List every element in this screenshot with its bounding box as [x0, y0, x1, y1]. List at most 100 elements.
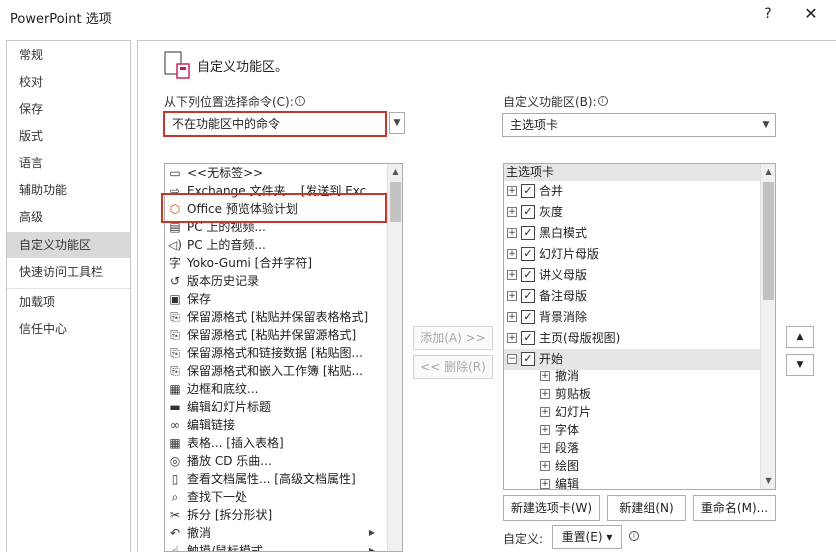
- tree-item-group[interactable]: + 幻灯片: [504, 403, 760, 421]
- sidebar-item-save[interactable]: 保存: [7, 96, 130, 122]
- sidebar-item-addins[interactable]: 加载项: [7, 289, 130, 315]
- new-tab-button[interactable]: 新建选项卡(W): [503, 495, 600, 521]
- expand-icon[interactable]: +: [540, 443, 550, 453]
- command-label: Office 预览体验计划: [187, 202, 298, 216]
- expand-icon[interactable]: +: [540, 461, 550, 471]
- tree-item-tab[interactable]: + ✓ 背景消除: [504, 307, 760, 328]
- commands-scrollbar[interactable]: ▲: [387, 164, 402, 551]
- ribbon-tabs-tree[interactable]: 主选项卡 + ✓ 合并 + ✓ 灰度 + ✓ 黑白模式 + ✓ 幻灯片母版 + ✓ 讲义母版 + ✓ 备注母版 + ✓…: [503, 163, 776, 490]
- scroll-thumb[interactable]: [763, 182, 774, 300]
- sidebar-item-advanced[interactable]: 高级: [7, 204, 130, 230]
- command-list-item[interactable]: ⬡ Office 预览体验计划: [165, 200, 385, 218]
- tree-item-tab[interactable]: + ✓ 主页(母版视图): [504, 328, 760, 349]
- tab-checkbox[interactable]: ✓: [521, 268, 535, 282]
- sidebar-item-accessibility[interactable]: 辅助功能: [7, 177, 130, 203]
- sidebar-item-language[interactable]: 语言: [7, 150, 130, 176]
- expand-icon[interactable]: +: [540, 479, 550, 489]
- command-list-item[interactable]: ▬ 编辑幻灯片标题: [165, 398, 385, 416]
- command-list-item[interactable]: ▦ 边框和底纹...: [165, 380, 385, 398]
- add-button[interactable]: 添加(A) >>: [413, 326, 493, 350]
- command-list-item[interactable]: ◁) PC 上的音频...: [165, 236, 385, 254]
- tab-checkbox[interactable]: ✓: [521, 331, 535, 345]
- sidebar-item-layout[interactable]: 版式: [7, 123, 130, 149]
- expand-icon[interactable]: +: [507, 333, 517, 343]
- command-list-item[interactable]: ⌕ 查找下一处: [165, 488, 385, 506]
- command-list-item[interactable]: ⎘ 保留源格式 [粘贴并保留表格格式]: [165, 308, 385, 326]
- tree-item-tab[interactable]: + ✓ 备注母版: [504, 286, 760, 307]
- command-list-item[interactable]: ⎘ 保留源格式和嵌入工作簿 [粘贴...: [165, 362, 385, 380]
- command-list-item[interactable]: ◎ 播放 CD 乐曲...: [165, 452, 385, 470]
- tree-item-group[interactable]: + 编辑: [504, 475, 760, 490]
- scroll-up-icon[interactable]: ▲: [388, 164, 402, 180]
- tab-checkbox[interactable]: ✓: [521, 226, 535, 240]
- expand-icon[interactable]: +: [540, 407, 550, 417]
- tree-item-tab[interactable]: + ✓ 幻灯片母版: [504, 244, 760, 265]
- command-list-item[interactable]: ✂ 拆分 [拆分形状]: [165, 506, 385, 524]
- sidebar-item-customize-ribbon[interactable]: 自定义功能区: [7, 232, 130, 258]
- command-list-item[interactable]: ▤ PC 上的视频...: [165, 218, 385, 236]
- tab-checkbox[interactable]: ✓: [521, 184, 535, 198]
- tree-item-tab[interactable]: + ✓ 讲义母版: [504, 265, 760, 286]
- commands-listbox[interactable]: ▭ <<无标签>> ⇨ Exchange 文件夹... [发送到 Exc ⬡ Office…: [164, 163, 403, 552]
- expand-icon[interactable]: +: [540, 425, 550, 435]
- command-list-item[interactable]: 字 Yoko-Gumi [合并字符]: [165, 254, 385, 272]
- sidebar-item-proofing[interactable]: 校对: [7, 69, 130, 95]
- command-list-item[interactable]: ▦ 表格... [插入表格]: [165, 434, 385, 452]
- reset-button[interactable]: 重置(E) ▾: [552, 525, 622, 549]
- tree-item-label: 编辑: [555, 477, 580, 490]
- tree-item-group[interactable]: + 字体: [504, 421, 760, 439]
- sidebar-item-trust-center[interactable]: 信任中心: [7, 316, 130, 342]
- customize-ribbon-label: 自定义功能区(B): i: [503, 93, 608, 110]
- tab-checkbox[interactable]: ✓: [521, 310, 535, 324]
- choose-commands-dropdown[interactable]: 不在功能区中的命令: [163, 111, 387, 137]
- command-list-item[interactable]: ☝ 触摸/鼠标模式 ▶: [165, 542, 385, 551]
- tree-item-tab[interactable]: + ✓ 合并: [504, 181, 760, 202]
- new-group-button[interactable]: 新建组(N): [607, 495, 686, 521]
- remove-button[interactable]: << 删除(R): [413, 355, 493, 379]
- tree-item-group[interactable]: + 绘图: [504, 457, 760, 475]
- expand-icon[interactable]: +: [507, 270, 517, 280]
- expand-icon[interactable]: +: [507, 249, 517, 259]
- move-down-button[interactable]: ▼: [786, 354, 814, 376]
- help-button[interactable]: ?: [760, 6, 776, 22]
- tab-checkbox[interactable]: ✓: [521, 289, 535, 303]
- tree-item-tab[interactable]: + ✓ 黑白模式: [504, 223, 760, 244]
- expand-icon[interactable]: +: [540, 371, 550, 381]
- sidebar-item-general[interactable]: 常规: [7, 42, 130, 68]
- expand-icon[interactable]: +: [507, 312, 517, 322]
- scroll-down-icon[interactable]: ▼: [761, 473, 775, 489]
- choose-commands-arrow-icon[interactable]: ▼: [389, 112, 405, 134]
- command-list-item[interactable]: ▭ <<无标签>>: [165, 164, 385, 182]
- command-list-item[interactable]: ⇨ Exchange 文件夹... [发送到 Exc: [165, 182, 385, 200]
- tab-checkbox[interactable]: ✓: [521, 247, 535, 261]
- tab-checkbox[interactable]: ✓: [521, 352, 535, 366]
- expand-icon[interactable]: +: [540, 389, 550, 399]
- command-list-item[interactable]: ⎘ 保留源格式 [粘贴并保留源格式]: [165, 326, 385, 344]
- tree-item-group[interactable]: + 剪贴板: [504, 385, 760, 403]
- sidebar-item-quick-access-toolbar[interactable]: 快速访问工具栏: [7, 259, 130, 285]
- expand-icon[interactable]: +: [507, 207, 517, 217]
- customize-ribbon-dropdown[interactable]: 主选项卡 ▼: [502, 113, 776, 137]
- close-button[interactable]: ✕: [801, 4, 821, 23]
- expand-icon[interactable]: +: [507, 228, 517, 238]
- paste-link-icon: ⎘: [170, 346, 180, 360]
- tree-item-label: 剪贴板: [555, 387, 592, 401]
- command-list-item[interactable]: ▣ 保存: [165, 290, 385, 308]
- command-list-item[interactable]: ↶ 撤消 ▶: [165, 524, 385, 542]
- tree-item-tab[interactable]: + ✓ 灰度: [504, 202, 760, 223]
- tree-scrollbar[interactable]: ▲ ▼: [760, 164, 775, 489]
- tree-item-group[interactable]: + 撤消: [504, 367, 760, 385]
- rename-button[interactable]: 重命名(M)...: [693, 495, 776, 521]
- tab-checkbox[interactable]: ✓: [521, 205, 535, 219]
- command-list-item[interactable]: ▯ 查看文档属性... [高级文档属性]: [165, 470, 385, 488]
- scroll-up-icon[interactable]: ▲: [761, 164, 775, 180]
- move-up-button[interactable]: ▲: [786, 326, 814, 348]
- command-list-item[interactable]: ↺ 版本历史记录: [165, 272, 385, 290]
- command-list-item[interactable]: ⎘ 保留源格式和链接数据 [粘贴图...: [165, 344, 385, 362]
- expand-icon[interactable]: +: [507, 186, 517, 196]
- scroll-thumb[interactable]: [390, 182, 401, 222]
- command-list-item[interactable]: ∞ 编辑链接: [165, 416, 385, 434]
- expand-icon[interactable]: +: [507, 291, 517, 301]
- tree-item-group[interactable]: + 段落: [504, 439, 760, 457]
- collapse-icon[interactable]: −: [507, 354, 517, 364]
